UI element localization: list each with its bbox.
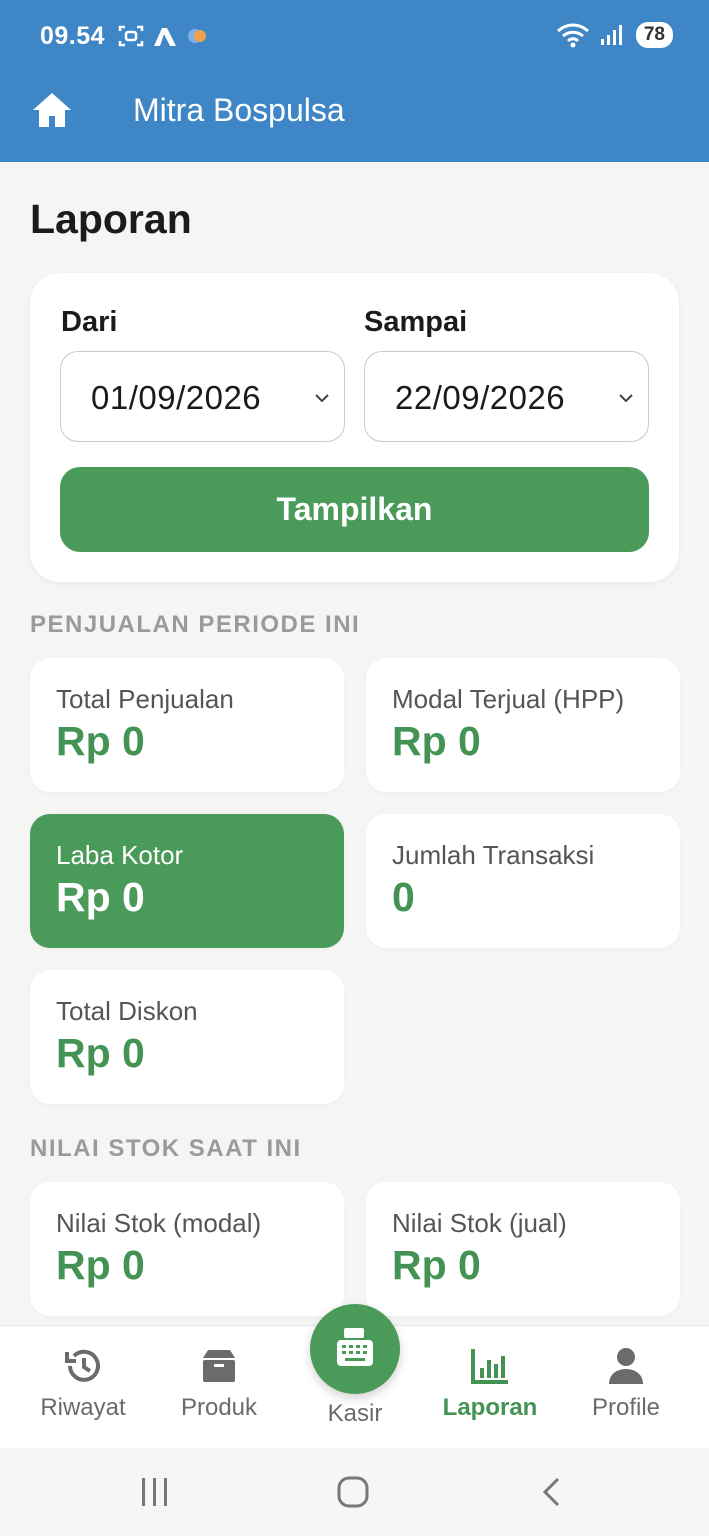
from-label: Dari: [61, 306, 118, 338]
stat-value: 0: [392, 874, 415, 920]
nav-item-profile[interactable]: Profile: [566, 1326, 686, 1449]
kasir-label: Kasir: [327, 1400, 383, 1427]
nav-label: Produk: [180, 1394, 258, 1421]
app-logo-icon: [154, 28, 176, 46]
back-icon[interactable]: [536, 1476, 566, 1508]
stat-card-nilai-stok-jual: Nilai Stok (jual) Rp 0: [366, 1182, 680, 1316]
stat-label: Jumlah Transaksi: [392, 840, 595, 870]
stat-card-nilai-stok-modal: Nilai Stok (modal) Rp 0: [30, 1182, 344, 1316]
battery-level: 78: [635, 22, 673, 48]
stock-section-title: NILAI STOK SAAT INI: [30, 1135, 302, 1162]
stat-card-total-diskon: Total Diskon Rp 0: [30, 970, 344, 1104]
home-button[interactable]: [30, 90, 74, 130]
signal-icon: [600, 25, 622, 45]
page-title: Laporan: [30, 196, 192, 242]
wifi-icon: [556, 23, 589, 48]
stat-value: Rp 0: [56, 874, 145, 920]
chevron-down-icon: [619, 394, 633, 403]
history-icon: [65, 1349, 100, 1382]
nav-label: Profile: [591, 1394, 661, 1421]
stat-card-modal-terjual: Modal Terjual (HPP) Rp 0: [366, 658, 680, 792]
stat-value: Rp 0: [392, 1242, 481, 1288]
kasir-button[interactable]: [310, 1304, 400, 1394]
screen: 09.54 78 Mitra Bospulsa Laporan Dari Sam…: [0, 0, 709, 1536]
box-icon: [203, 1350, 235, 1382]
stat-value: Rp 0: [392, 718, 481, 764]
stat-value: Rp 0: [56, 1242, 145, 1288]
chevron-down-icon: [315, 394, 329, 403]
cash-register-icon: [337, 1328, 373, 1366]
nav-label: Riwayat: [40, 1394, 126, 1421]
bar-chart-icon: [471, 1349, 508, 1384]
nav-label: Laporan: [442, 1394, 538, 1421]
stat-label: Total Penjualan: [56, 684, 234, 714]
app-header: 09.54 78 Mitra Bospulsa: [0, 0, 709, 162]
stat-value: Rp 0: [56, 1030, 145, 1076]
stat-label: Modal Terjual (HPP): [392, 684, 625, 714]
dot-icon: [188, 29, 206, 43]
from-date-value: 01/09/2026: [91, 379, 262, 416]
to-label: Sampai: [364, 306, 468, 338]
show-report-button[interactable]: Tampilkan: [60, 467, 649, 552]
to-date-value: 22/09/2026: [395, 379, 566, 416]
nav-item-riwayat[interactable]: Riwayat: [23, 1326, 143, 1449]
stat-card-total-penjualan: Total Penjualan Rp 0: [30, 658, 344, 792]
status-system-icons: 78: [556, 22, 673, 48]
home-icon: [33, 93, 71, 127]
to-date-select[interactable]: 22/09/2026: [364, 351, 649, 442]
stat-label: Nilai Stok (jual): [392, 1208, 567, 1238]
stat-card-laba-kotor: Laba Kotor Rp 0: [30, 814, 344, 948]
status-time: 09.54: [40, 22, 106, 50]
from-date-select[interactable]: 01/09/2026: [60, 351, 345, 442]
stat-label: Total Diskon: [56, 996, 198, 1026]
home-nav-icon[interactable]: [336, 1476, 370, 1508]
status-notification-icons: [118, 24, 208, 48]
stat-card-jumlah-transaksi: Jumlah Transaksi 0: [366, 814, 680, 948]
stat-label: Nilai Stok (modal): [56, 1208, 262, 1238]
stat-label: Laba Kotor: [56, 840, 184, 870]
recent-apps-icon[interactable]: [138, 1476, 172, 1508]
person-icon: [609, 1348, 643, 1384]
system-navigation-bar: [0, 1448, 709, 1536]
screenshot-icon: [118, 25, 144, 47]
nav-item-produk[interactable]: Produk: [159, 1326, 279, 1449]
nav-item-laporan[interactable]: Laporan: [430, 1326, 550, 1449]
date-filter-card: Dari Sampai 01/09/2026 22/09/2026 Tampil…: [30, 273, 679, 582]
app-title: Mitra Bospulsa: [133, 92, 345, 128]
stat-value: Rp 0: [56, 718, 145, 764]
sales-section-title: PENJUALAN PERIODE INI: [30, 611, 361, 638]
